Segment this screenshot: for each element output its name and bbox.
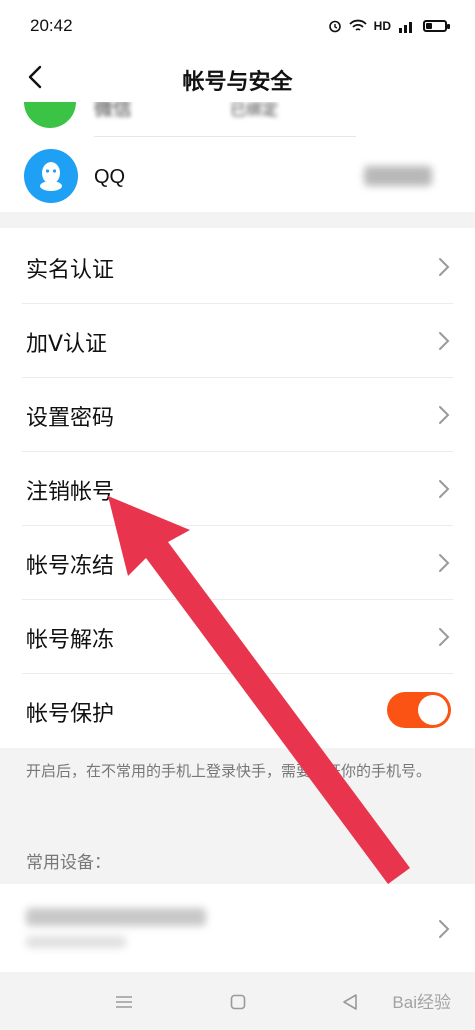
wechat-icon: [24, 102, 76, 128]
menu-item-label: 设置密码: [26, 406, 115, 431]
wechat-row[interactable]: 微信 已绑定: [0, 102, 475, 136]
menu-item-freeze-account[interactable]: 帐号冻结: [0, 526, 475, 600]
qq-row[interactable]: QQ: [0, 140, 475, 212]
battery-icon: [423, 20, 450, 32]
chevron-right-icon: [439, 332, 450, 350]
page-title: 帐号与安全: [182, 70, 293, 95]
menu-item-label: 实名认证: [26, 258, 115, 283]
account-protection-toggle[interactable]: [387, 692, 451, 728]
navigation-bar: 帐号与安全: [0, 52, 475, 102]
menu-item-cancel-account[interactable]: 注销帐号: [0, 452, 475, 526]
qq-value-blurred: [364, 166, 432, 186]
chevron-right-icon: [439, 406, 450, 424]
chevron-right-icon: [439, 628, 450, 646]
menu-item-label: 帐号冻结: [26, 554, 115, 579]
status-icons: HD: [328, 19, 450, 33]
home-button[interactable]: [226, 990, 250, 1014]
back-nav-button[interactable]: [338, 990, 362, 1014]
qq-icon: [24, 149, 78, 203]
wifi-icon: [349, 19, 367, 31]
linked-accounts-group: 微信 已绑定 QQ: [0, 102, 475, 212]
system-navigation-bar: Bai经验: [0, 972, 475, 1030]
menu-item-verify-v[interactable]: 加V认证: [0, 304, 475, 378]
divider: [94, 136, 356, 137]
watermark: Bai经验: [392, 993, 451, 1012]
chevron-right-icon: [439, 554, 450, 572]
status-time: 20:42: [30, 16, 73, 35]
wechat-value: 已绑定: [230, 102, 279, 119]
menu-item-label: 注销帐号: [26, 480, 115, 505]
toggle-knob: [418, 695, 448, 725]
chevron-right-icon: [439, 920, 450, 938]
chevron-right-icon: [439, 480, 450, 498]
protection-hint: 开启后，在不常用的手机上登录快手，需要验证你的手机号。: [26, 762, 432, 780]
qq-label: QQ: [94, 166, 126, 188]
menu-item-set-password[interactable]: 设置密码: [0, 378, 475, 452]
menu-lines-icon: [116, 996, 132, 1008]
device-row[interactable]: [0, 884, 475, 972]
device-detail-blurred: [26, 936, 126, 948]
menu-item-label: 帐号解冻: [26, 628, 115, 653]
status-bar: 20:42 HD: [0, 0, 475, 52]
menu-item-unfreeze-account[interactable]: 帐号解冻: [0, 600, 475, 674]
menu-item-label: 帐号保护: [26, 702, 115, 727]
alarm-icon: [328, 20, 341, 33]
settings-menu: 实名认证 加V认证 设置密码 注销帐号 帐号冻结 帐号解冻 帐号保护: [0, 228, 475, 748]
home-square-icon: [230, 994, 246, 1010]
signal-icon: [399, 22, 412, 33]
wechat-label: 微信: [94, 102, 133, 120]
menu-item-real-name[interactable]: 实名认证: [0, 230, 475, 304]
menu-item-account-protection: 帐号保护: [0, 674, 475, 748]
chevron-right-icon: [439, 258, 450, 276]
back-triangle-icon: [343, 994, 357, 1010]
devices-section-title: 常用设备：: [26, 853, 111, 873]
network-type: HD: [373, 19, 391, 33]
menu-item-label: 加V认证: [26, 332, 108, 357]
device-name-blurred: [26, 908, 206, 926]
menu-button[interactable]: [112, 990, 136, 1014]
